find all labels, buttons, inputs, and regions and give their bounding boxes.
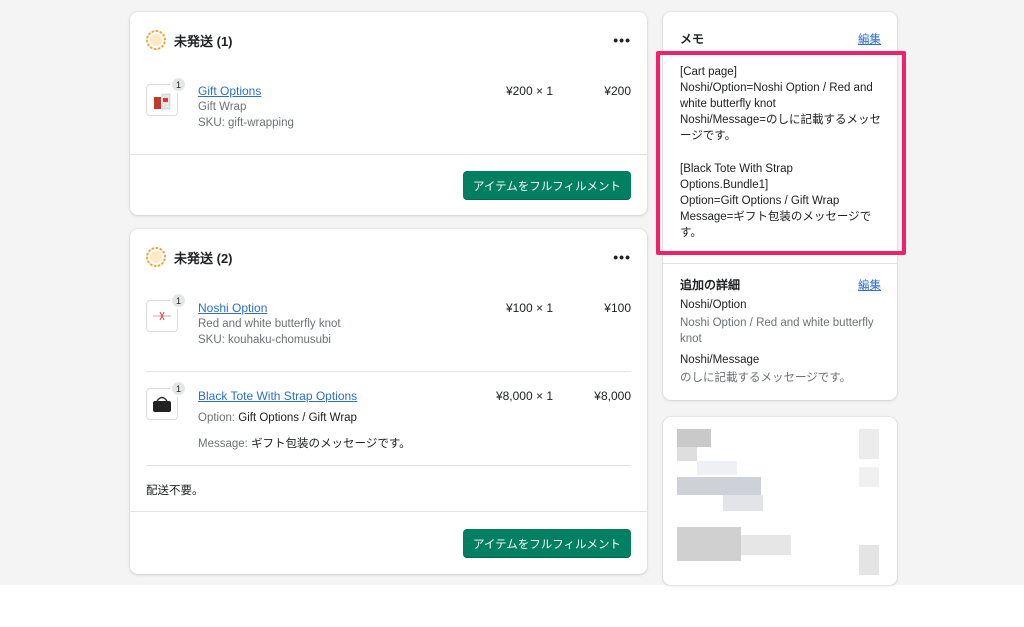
option-line: Option: Gift Options / Gift Wrap (198, 412, 357, 424)
memo-line: ージです。 (680, 130, 737, 142)
status-unfulfilled-icon (146, 30, 166, 50)
memo-edit-link[interactable]: 編集 (858, 31, 881, 47)
memo-line: す。 (680, 227, 702, 239)
memo-line: [Cart page] (680, 66, 737, 78)
unit-price: ¥200 × 1 (505, 84, 553, 98)
additional-details-title: 追加の詳細 (680, 278, 741, 292)
memo-line: white butterfly knot (680, 98, 776, 110)
detail-value: のしに記載するメッセージです。 (680, 372, 852, 384)
detail-value: knot (680, 333, 702, 345)
shipping-note: 配送不要。 (146, 485, 204, 497)
message-value: ギフト包装のメッセージです。 (251, 438, 411, 450)
redacted-block (677, 527, 741, 561)
redacted-block (859, 467, 879, 487)
variant-text: Red and white butterfly knot (198, 318, 341, 330)
sku-text: SKU: gift-wrapping (198, 117, 294, 129)
divider (130, 154, 647, 155)
product-link[interactable]: Gift Options (198, 84, 261, 98)
product-thumbnail: 1 (146, 76, 187, 116)
line-total: ¥8,000 (594, 389, 631, 403)
memo-line: Message=ギフト包装のメッセージで (680, 211, 872, 223)
detail-value: Noshi Option / Red and white butterfly (680, 317, 874, 329)
memo-line: Options.Bundle1] (680, 179, 769, 191)
sku-text: SKU: kouhaku-chomusubi (198, 334, 331, 346)
card-title: 未発送 (2) (174, 250, 233, 266)
detail-key: Noshi/Option (680, 299, 747, 311)
message-label: Message: (198, 438, 248, 450)
divider (130, 511, 647, 512)
redacted-block (697, 461, 737, 475)
fulfill-items-button[interactable]: アイテムをフルフィルメント (463, 171, 631, 200)
more-actions-icon[interactable]: ••• (613, 249, 631, 265)
fulfillment-card-1: 未発送 (1) ••• 1 Gift Options Gift Wrap SKU… (130, 12, 647, 215)
divider (146, 465, 631, 466)
option-label: Option: (198, 412, 236, 424)
divider (663, 263, 897, 264)
status-unfulfilled-icon (146, 247, 166, 267)
detail-key: Noshi/Message (680, 354, 760, 366)
redacted-block (677, 477, 761, 495)
noshi-icon (153, 311, 171, 321)
redacted-block (741, 535, 791, 555)
line-total: ¥200 (604, 84, 631, 98)
option-value: Gift Options / Gift Wrap (238, 412, 357, 424)
quantity-badge: 1 (170, 292, 187, 309)
memo-line: Noshi/Message=のしに記載するメッセ (680, 114, 881, 126)
product-link[interactable]: Noshi Option (198, 301, 267, 315)
product-thumbnail: 1 (146, 292, 187, 332)
quantity-badge: 1 (170, 380, 187, 397)
fulfill-items-button[interactable]: アイテムをフルフィルメント (463, 529, 631, 558)
variant-text: Gift Wrap (198, 101, 247, 113)
product-link[interactable]: Black Tote With Strap Options (198, 389, 357, 403)
redacted-block (723, 495, 763, 511)
divider (146, 371, 631, 372)
line-total: ¥100 (604, 301, 631, 315)
memo-line: Option=Gift Options / Gift Wrap (680, 195, 840, 207)
card-title: 未発送 (1) (174, 33, 233, 49)
details-edit-link[interactable]: 編集 (858, 277, 881, 293)
unit-price: ¥100 × 1 (505, 301, 553, 315)
redacted-block (859, 429, 879, 459)
quantity-badge: 1 (170, 76, 187, 93)
message-line: Message: ギフト包装のメッセージです。 (198, 435, 411, 451)
memo-title: メモ (680, 32, 705, 46)
tote-bag-icon (153, 396, 171, 412)
unit-price: ¥8,000 × 1 (495, 389, 553, 403)
redacted-block (859, 545, 879, 575)
memo-line: Noshi/Option=Noshi Option / Red and (680, 82, 873, 94)
redacted-card (663, 417, 897, 585)
memo-line: [Black Tote With Strap (680, 163, 793, 175)
fulfillment-card-2: 未発送 (2) ••• 1 Noshi Option Red and white… (130, 229, 647, 574)
redacted-block (677, 429, 711, 447)
more-actions-icon[interactable]: ••• (613, 32, 631, 48)
redacted-block (677, 447, 697, 461)
product-thumbnail: 1 (146, 380, 187, 420)
gift-box-icon (154, 93, 171, 110)
